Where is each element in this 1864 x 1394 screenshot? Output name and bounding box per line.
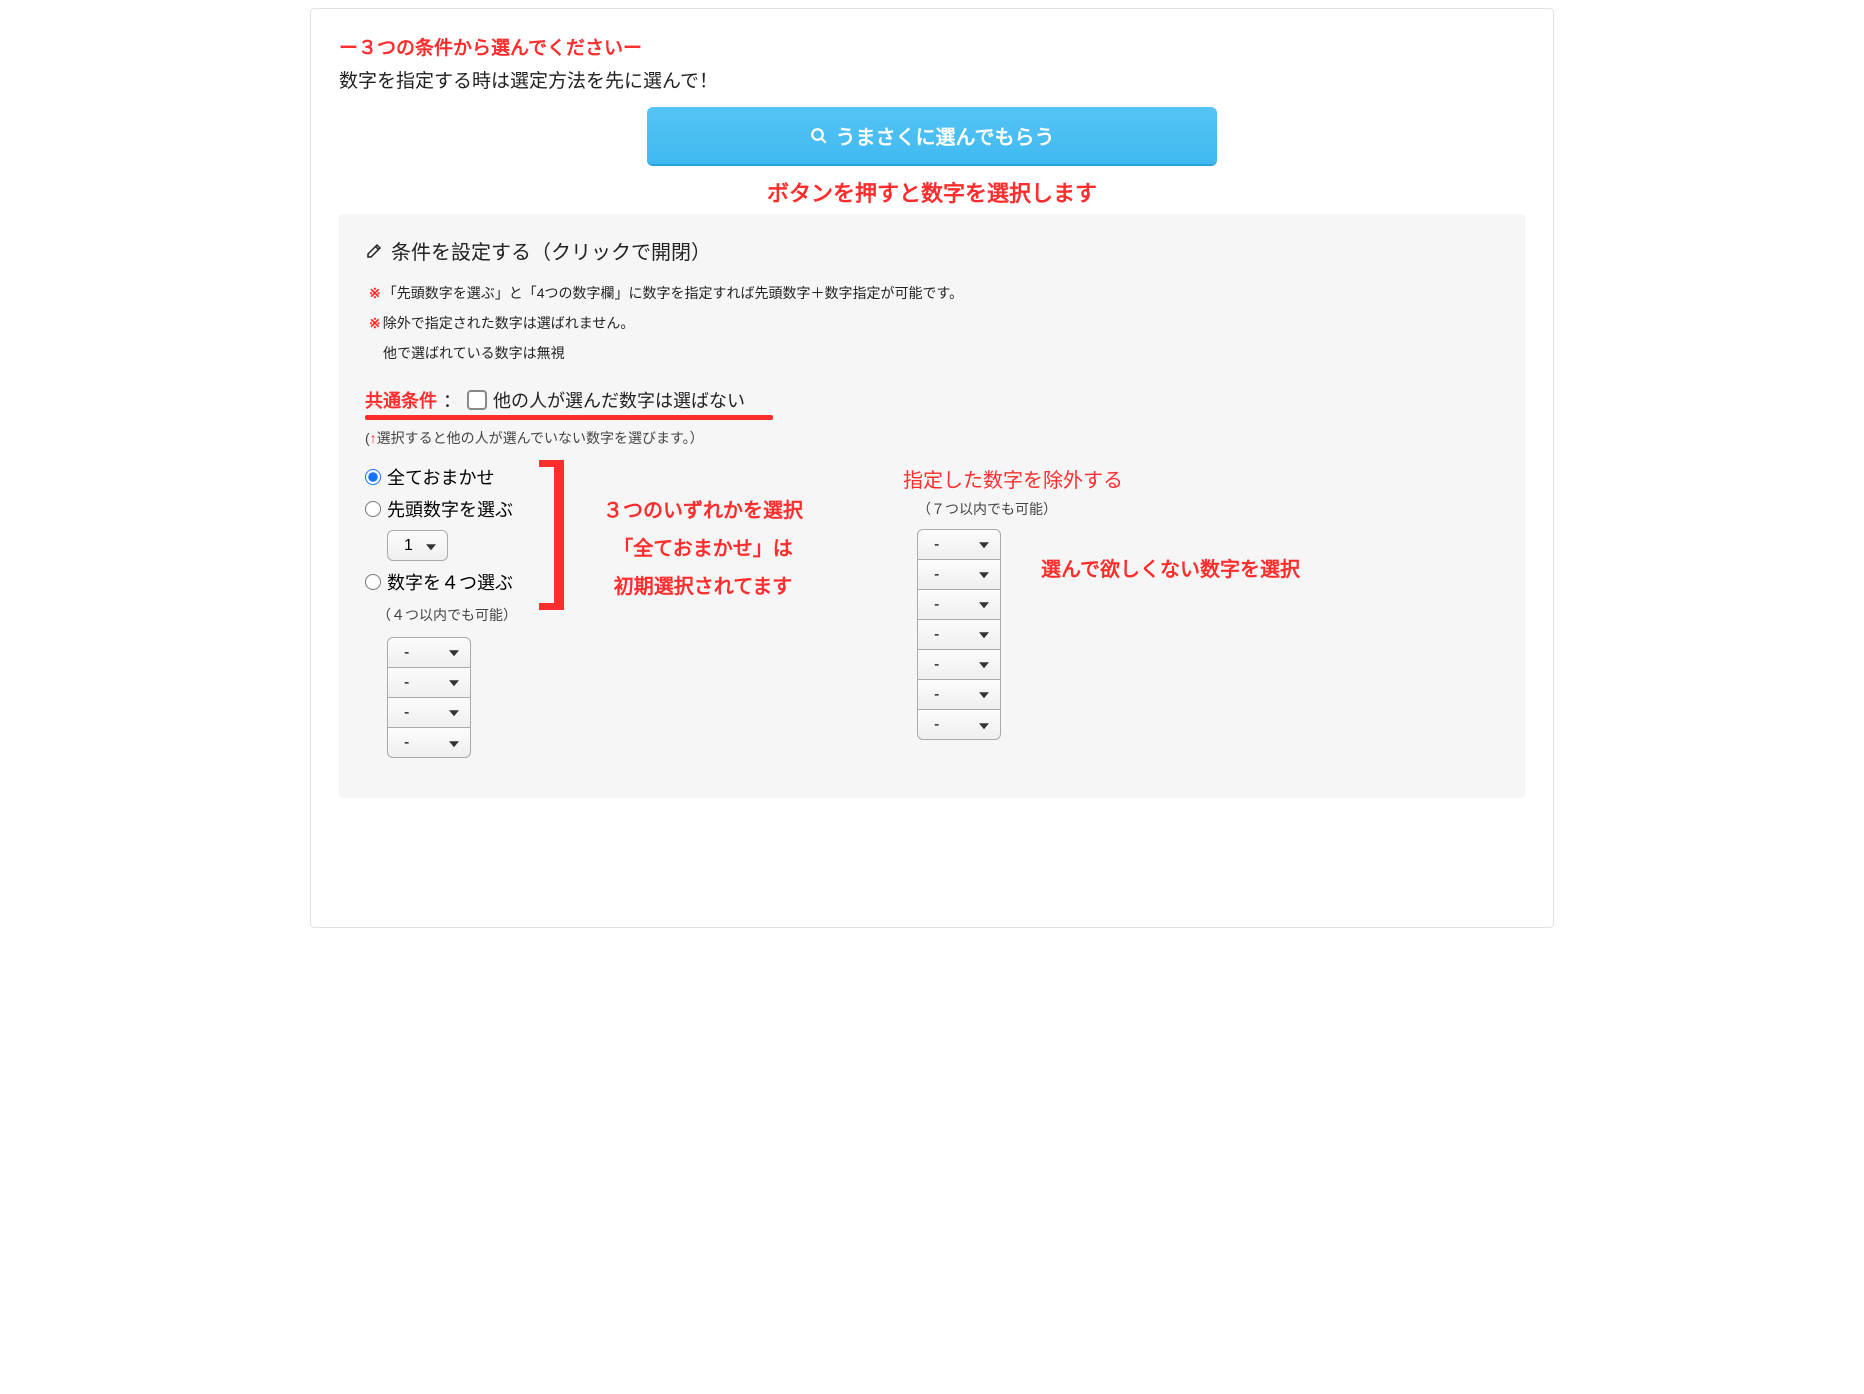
panel-header-text: 条件を設定する（クリックで開閉） <box>391 236 711 265</box>
exclude-row: - - - - - - - 選んで欲しくない数字を選択 <box>903 529 1300 740</box>
asterisk-icon: ※ <box>369 285 381 301</box>
note-3: 他で選ばれている数字は無視 <box>365 343 1499 363</box>
exclude-select-3[interactable]: - <box>917 589 1001 619</box>
pick-four-select-3[interactable]: - <box>387 697 471 727</box>
two-column-layout: 全ておまかせ 先頭数字を選ぶ 1 <box>365 464 1499 758</box>
lead-digit-select-wrap: 1 <box>387 530 448 561</box>
main-button-container: うまさくに選んでもらう <box>339 107 1525 164</box>
radio-all-auto-label: 全ておまかせ <box>387 464 494 490</box>
edit-icon <box>365 242 383 260</box>
note-2: ※除外で指定された数字は選ばれません。 <box>365 313 1499 333</box>
radio-pick-four-label: 数字を４つ選ぶ <box>387 569 513 595</box>
common-condition-checkbox[interactable] <box>467 390 487 410</box>
common-condition-hint: (↑選択すると他の人が選んでいない数字を選びます。） <box>365 428 1499 448</box>
exclude-select-stack: - - - - - - - <box>917 529 1001 740</box>
pick-four-select-1[interactable]: - <box>387 637 471 667</box>
radio-lead-digit-input[interactable] <box>365 501 381 517</box>
radio-lead-digit[interactable]: 先頭数字を選ぶ <box>365 496 517 522</box>
page-subtitle: 数字を指定する時は選定方法を先に選んで！ <box>339 66 1525 93</box>
pick-four-note: （４つ以内でも可能） <box>377 605 517 625</box>
exclude-select-7[interactable]: - <box>917 709 1001 740</box>
exclude-select-2[interactable]: - <box>917 559 1001 589</box>
pick-four-select-stack: - - - - <box>387 637 471 758</box>
radio-lead-digit-label: 先頭数字を選ぶ <box>387 496 513 522</box>
underline-bar <box>365 415 773 420</box>
bracket-icon <box>535 460 565 610</box>
annotation-mid: ３つのいずれかを選択 「全ておまかせ」は 初期選択されてます <box>583 492 823 606</box>
exclude-select-4[interactable]: - <box>917 619 1001 649</box>
common-condition-label: 共通条件 <box>365 387 437 413</box>
radio-pick-four[interactable]: 数字を４つ選ぶ <box>365 569 517 595</box>
outer-frame: ー３つの条件から選んでくださいー 数字を指定する時は選定方法を先に選んで！ うま… <box>310 8 1554 928</box>
common-condition-row: 共通条件： 他の人が選んだ数字は選ばない <box>365 387 1499 413</box>
page-title: ー３つの条件から選んでくださいー <box>339 33 1525 60</box>
note-1: ※「先頭数字を選ぶ」と「4つの数字欄」に数字を指定すれば先頭数字＋数字指定が可能… <box>365 283 1499 303</box>
up-arrow-icon: ↑ <box>370 430 377 446</box>
exclude-select-1[interactable]: - <box>917 529 1001 559</box>
common-condition-text: 他の人が選んだ数字は選ばない <box>493 387 745 413</box>
exclude-select-5[interactable]: - <box>917 649 1001 679</box>
panel-header[interactable]: 条件を設定する（クリックで開閉） <box>365 236 1499 265</box>
right-column: 指定した数字を除外する （７つ以内でも可能） - - - - - - - 選んで… <box>903 464 1300 740</box>
main-button-label: うまさくに選んでもらう <box>836 121 1055 150</box>
asterisk-icon: ※ <box>369 315 381 331</box>
radio-all-auto-input[interactable] <box>365 469 381 485</box>
exclude-title: 指定した数字を除外する <box>903 464 1300 493</box>
lead-digit-select[interactable]: 1 <box>387 530 448 561</box>
left-column: 全ておまかせ 先頭数字を選ぶ 1 <box>365 464 823 758</box>
pick-four-select-2[interactable]: - <box>387 667 471 697</box>
pick-four-select-4[interactable]: - <box>387 727 471 758</box>
exclude-note: （７つ以内でも可能） <box>917 499 1300 519</box>
selection-mode-radio-group: 全ておまかせ 先頭数字を選ぶ 1 <box>365 464 517 758</box>
annotation-top: ボタンを押すと数字を選択します <box>339 176 1525 208</box>
radio-pick-four-input[interactable] <box>365 574 381 590</box>
radio-all-auto[interactable]: 全ておまかせ <box>365 464 517 490</box>
choose-for-me-button[interactable]: うまさくに選んでもらう <box>647 107 1217 164</box>
annotation-right: 選んで欲しくない数字を選択 <box>1041 553 1300 582</box>
settings-panel: 条件を設定する（クリックで開閉） ※「先頭数字を選ぶ」と「4つの数字欄」に数字を… <box>339 214 1525 798</box>
exclude-select-6[interactable]: - <box>917 679 1001 709</box>
search-icon <box>810 127 828 145</box>
